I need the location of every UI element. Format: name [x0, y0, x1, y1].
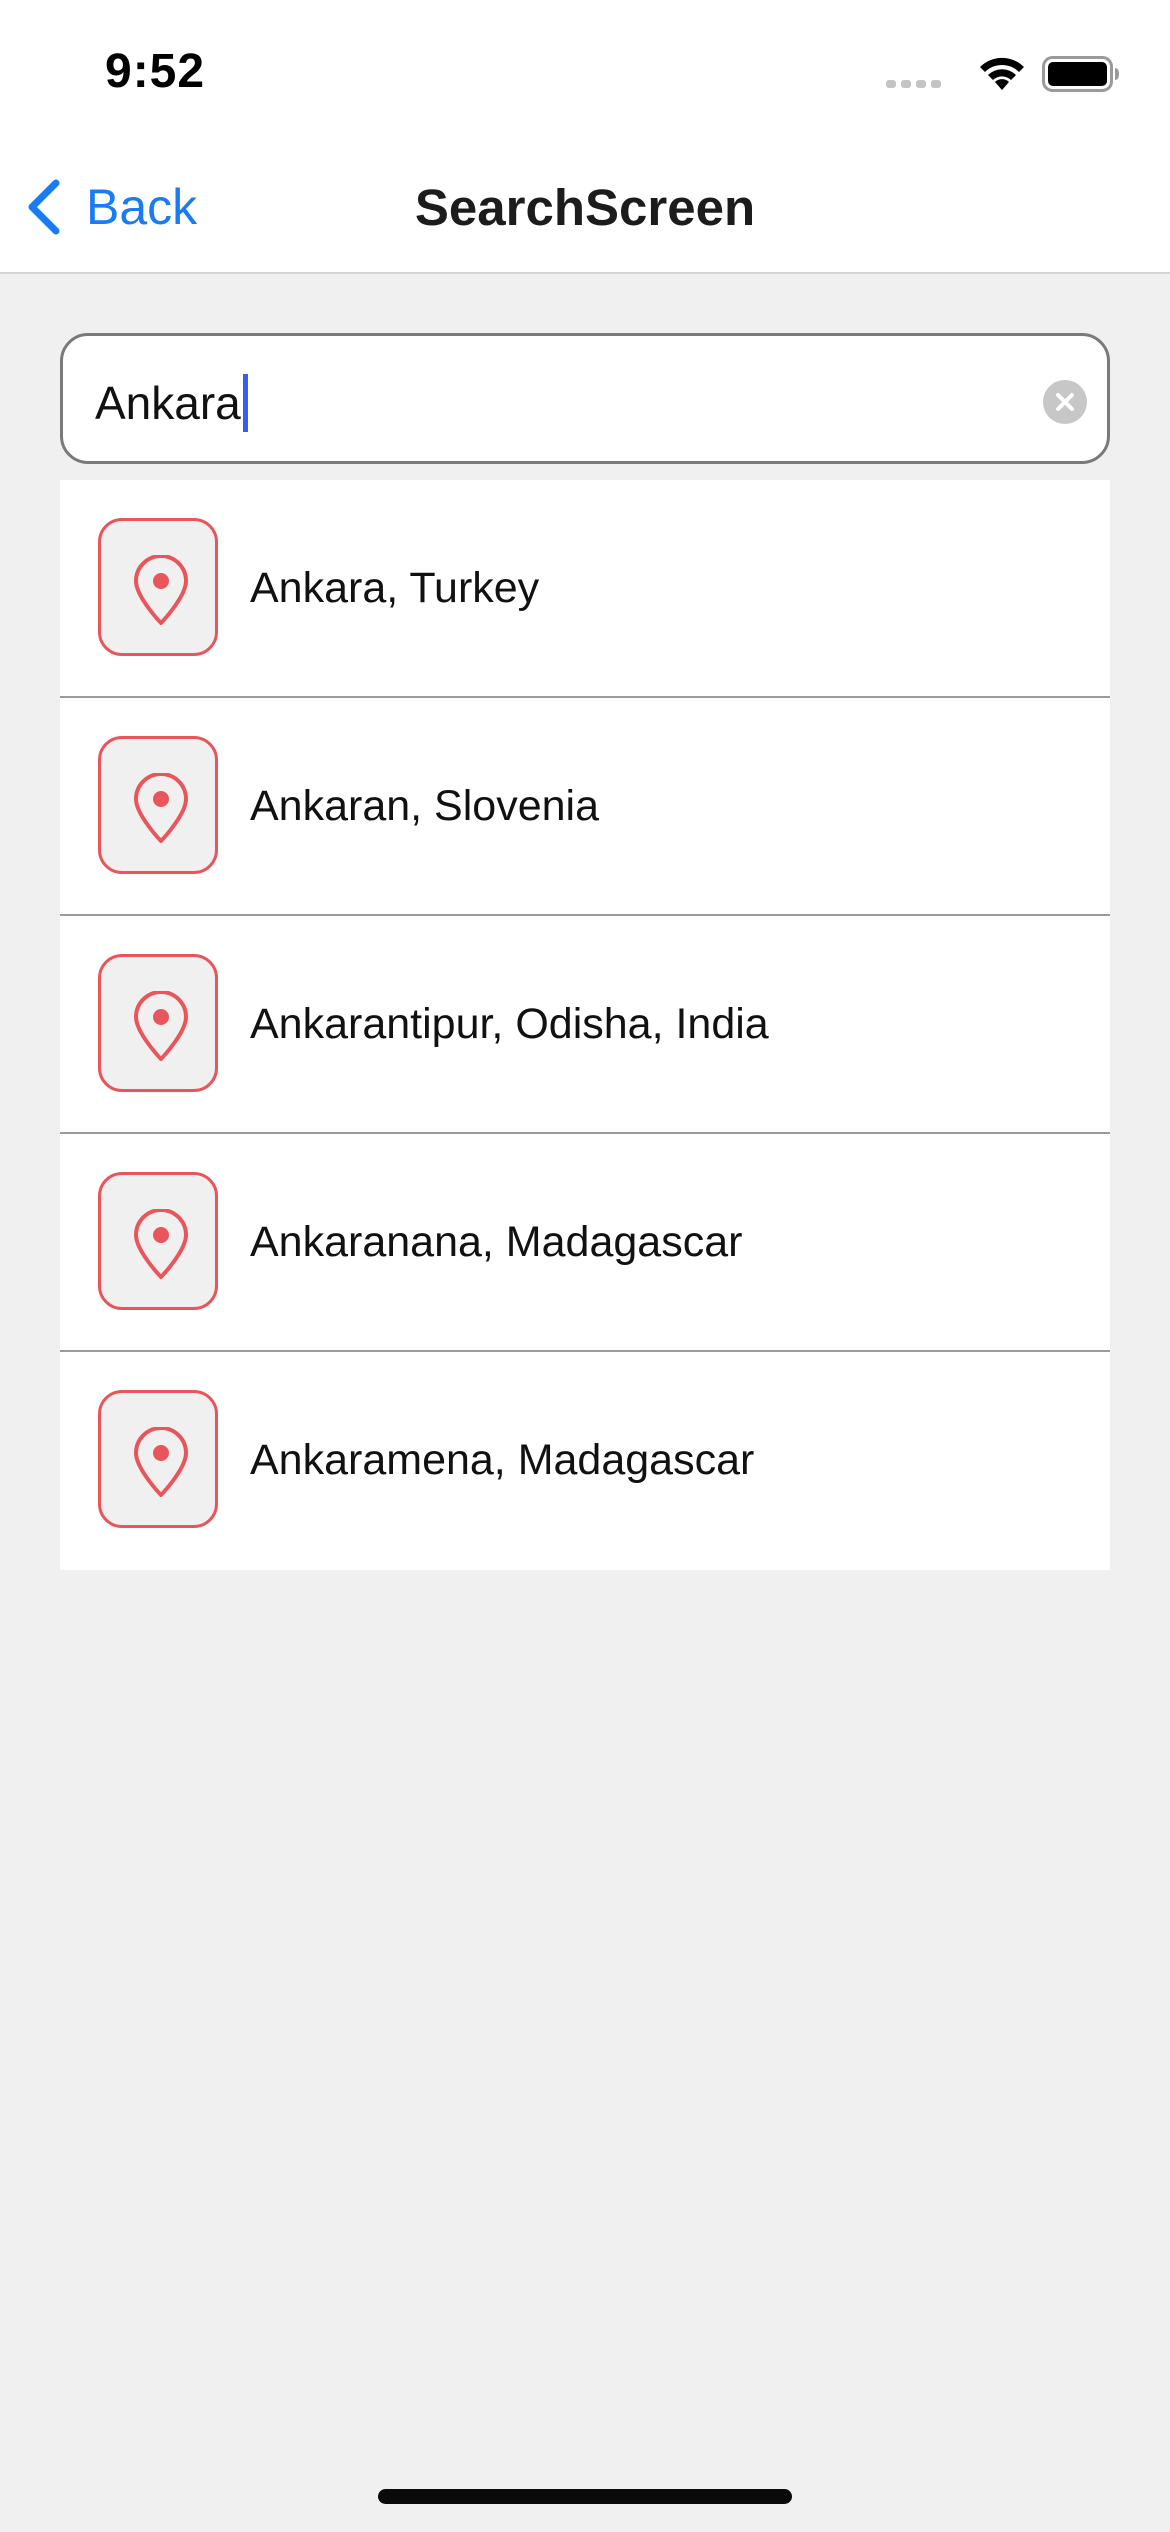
clear-icon	[1056, 393, 1074, 411]
result-label: Ankaran, Slovenia	[250, 781, 599, 830]
pin-icon-box	[98, 736, 218, 874]
result-label: Ankaranana, Madagascar	[250, 1217, 743, 1266]
map-pin-icon	[134, 1209, 188, 1279]
result-item[interactable]: Ankaranana, Madagascar	[60, 1134, 1110, 1352]
result-label: Ankaramena, Madagascar	[250, 1435, 755, 1484]
results-list: Ankara, Turkey Ankaran, Slovenia Ankaran…	[60, 480, 1110, 1570]
map-pin-icon	[134, 555, 188, 625]
cellular-signal-icon	[886, 80, 941, 88]
search-value[interactable]: Ankara	[95, 376, 241, 430]
home-indicator[interactable]	[378, 2489, 792, 2504]
header-bar: 9:52 Back SearchScreen	[0, 0, 1170, 274]
search-input[interactable]: Ankara	[60, 333, 1110, 464]
result-item[interactable]: Ankaramena, Madagascar	[60, 1352, 1110, 1570]
search-value-wrapper[interactable]: Ankara	[95, 374, 248, 432]
search-screen: 9:52 Back SearchScreen Ankara Ankara, Tu…	[0, 0, 1170, 2532]
result-item[interactable]: Ankara, Turkey	[60, 480, 1110, 698]
result-item[interactable]: Ankarantipur, Odisha, India	[60, 916, 1110, 1134]
result-label: Ankarantipur, Odisha, India	[250, 999, 769, 1048]
status-time: 9:52	[105, 45, 206, 98]
pin-icon-box	[98, 518, 218, 656]
text-caret	[242, 374, 248, 432]
battery-icon	[1042, 56, 1119, 92]
pin-icon-box	[98, 1390, 218, 1528]
clear-button[interactable]	[1043, 380, 1087, 424]
wifi-icon	[980, 57, 1024, 90]
page-title: SearchScreen	[414, 179, 756, 236]
map-pin-icon	[134, 1427, 188, 1497]
result-label: Ankara, Turkey	[250, 563, 540, 612]
pin-icon-box	[98, 1172, 218, 1310]
map-pin-icon	[134, 991, 188, 1061]
pin-icon-box	[98, 954, 218, 1092]
map-pin-icon	[134, 773, 188, 843]
result-item[interactable]: Ankaran, Slovenia	[60, 698, 1110, 916]
